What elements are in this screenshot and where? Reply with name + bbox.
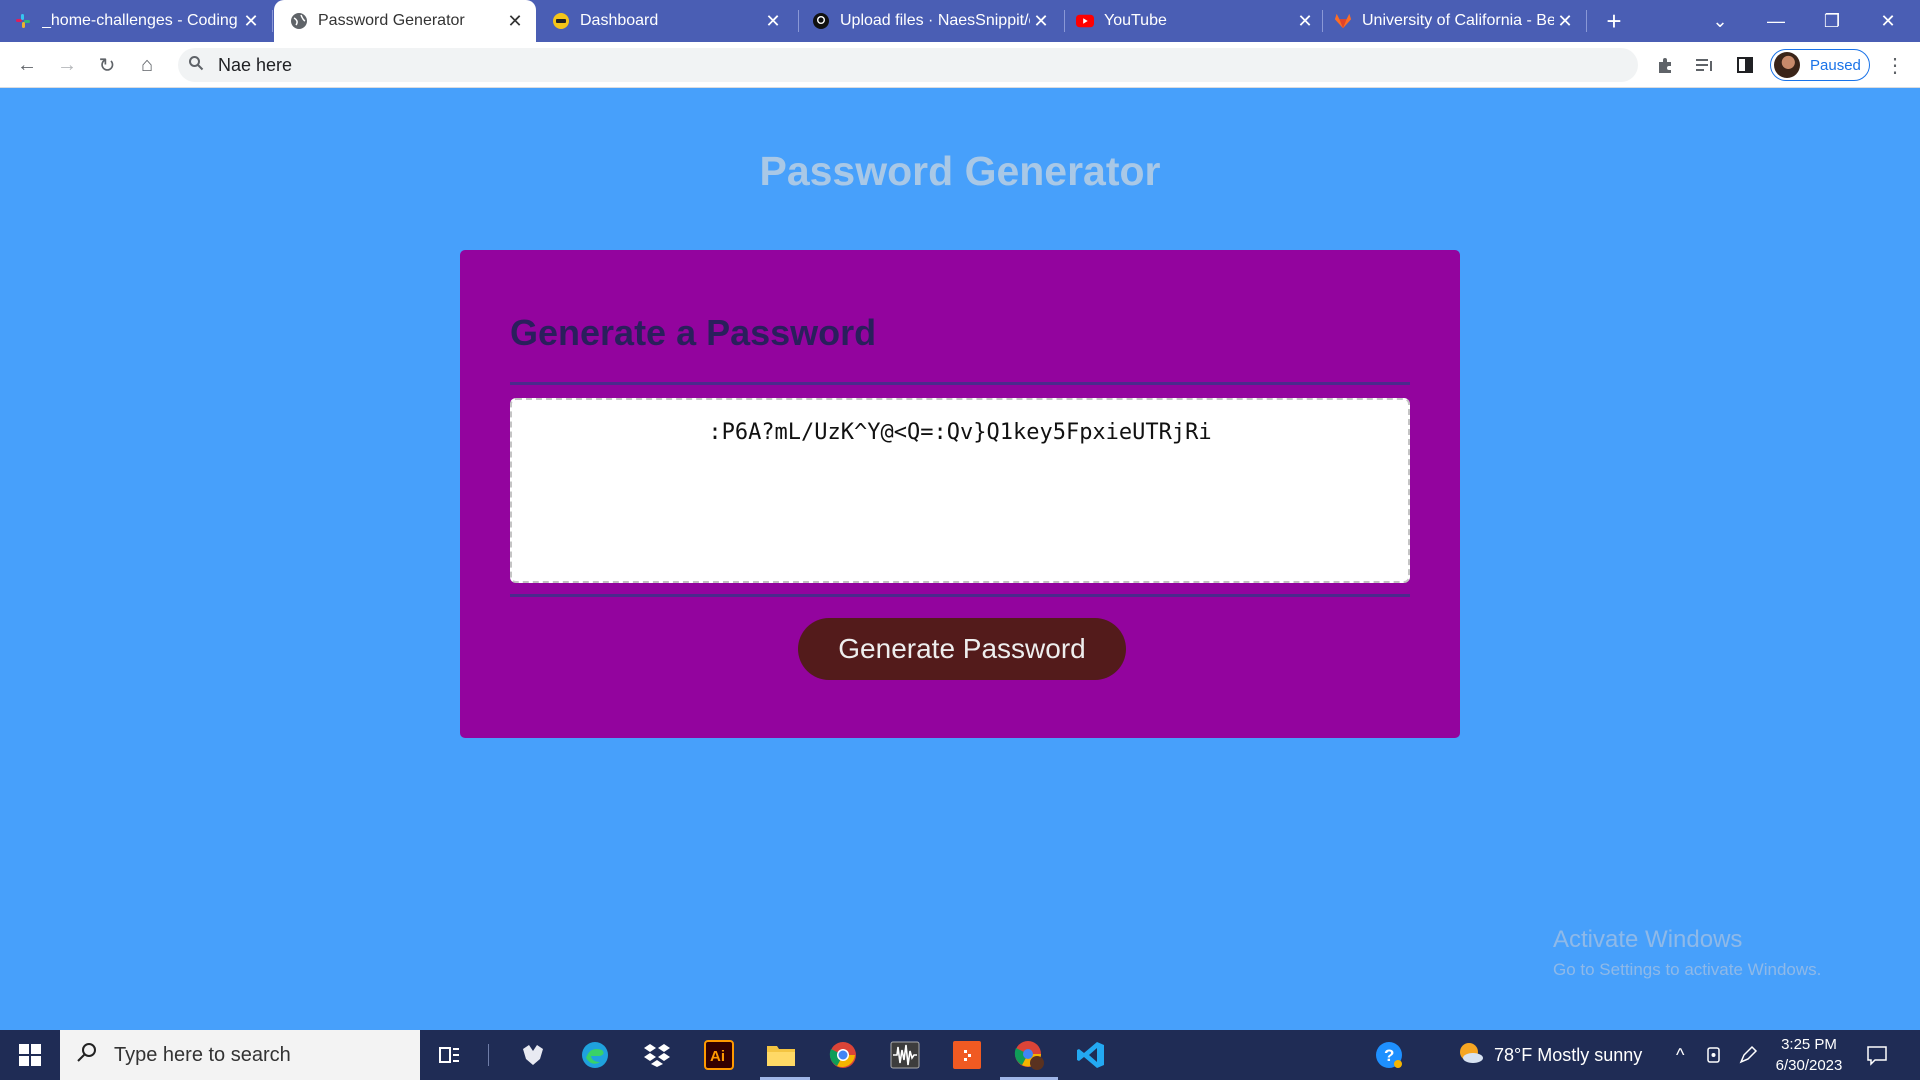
- chrome-profile-icon[interactable]: [1012, 1038, 1046, 1072]
- tab-divider: [1064, 10, 1065, 32]
- weather-widget[interactable]: 78°F Mostly sunny: [1456, 1030, 1642, 1080]
- tab-search-chevron-icon[interactable]: ⌄: [1692, 0, 1748, 42]
- extensions-puzzle-icon[interactable]: [1650, 50, 1680, 80]
- audio-editor-icon[interactable]: [888, 1038, 922, 1072]
- chrome-icon[interactable]: [826, 1038, 860, 1072]
- clock-time: 3:25 PM: [1781, 1036, 1837, 1053]
- windows-start-icon[interactable]: [0, 1030, 60, 1080]
- browser-toolbar: ← → ↻ ⌂ Nae here Paused ⋮: [0, 42, 1920, 88]
- media-queue-icon[interactable]: [1690, 50, 1720, 80]
- page-title: Password Generator: [759, 148, 1161, 194]
- taskbar-clock[interactable]: 3:25 PM 6/30/2023: [1764, 1034, 1854, 1076]
- vscode-icon[interactable]: [1074, 1038, 1108, 1072]
- weather-text: 78°F Mostly sunny: [1494, 1044, 1643, 1065]
- tab-title: University of California - Be: [1362, 12, 1554, 29]
- card-divider-bottom: [510, 594, 1410, 597]
- taskbar-search[interactable]: Type here to search: [60, 1030, 420, 1080]
- tab-title: Password Generator: [318, 12, 465, 29]
- edge-icon[interactable]: [578, 1038, 612, 1072]
- profile-status: Paused: [1810, 56, 1861, 74]
- youtube-icon: [1076, 12, 1094, 30]
- tab-title: _home-challenges - Coding: [42, 12, 238, 29]
- avatar: [1774, 52, 1800, 78]
- tab-title: Upload files · NaesSnippit/c: [840, 12, 1030, 29]
- generator-card: Generate a Password :P6A?mL/UzK^Y@<Q=:Qv…: [460, 250, 1460, 738]
- new-tab-button[interactable]: +: [1598, 6, 1630, 36]
- clock-date: 6/30/2023: [1775, 1057, 1843, 1074]
- globe-icon: [290, 12, 308, 30]
- profile-button[interactable]: Paused: [1770, 49, 1870, 81]
- tab-university-of-california[interactable]: University of California - Be ✕: [1324, 0, 1586, 42]
- illustrator-icon[interactable]: Ai: [702, 1038, 736, 1072]
- tab-title: Dashboard: [580, 12, 659, 29]
- pen-icon[interactable]: [1738, 1030, 1758, 1080]
- dropbox-icon[interactable]: [640, 1038, 674, 1072]
- back-arrow-icon[interactable]: ←: [12, 50, 42, 80]
- weather-sun-icon: [1456, 1041, 1484, 1070]
- tab-password-generator[interactable]: Password Generator ✕: [274, 0, 536, 42]
- show-hidden-icons-chevron-icon[interactable]: ^: [1676, 1030, 1684, 1080]
- close-icon[interactable]: ✕: [1294, 10, 1316, 32]
- close-icon[interactable]: ✕: [1030, 10, 1052, 32]
- tab-upload-files[interactable]: Upload files · NaesSnippit/c ✕: [802, 0, 1062, 42]
- taskbar-divider: [488, 1044, 489, 1066]
- side-panel-icon[interactable]: [1730, 50, 1760, 80]
- device-icon[interactable]: [1704, 1030, 1724, 1080]
- card-title: Generate a Password: [510, 312, 877, 353]
- dashboard-icon: [552, 12, 570, 30]
- kebab-menu-icon[interactable]: ⋮: [1880, 50, 1910, 80]
- password-output[interactable]: :P6A?mL/UzK^Y@<Q=:Qv}Q1key5FpxieUTRjRi: [510, 398, 1410, 583]
- address-bar-text: Nae here: [218, 54, 293, 75]
- windows-taskbar: Type here to search Ai ? 78°F Mostly sun…: [0, 1030, 1920, 1080]
- address-bar[interactable]: Nae here: [178, 48, 1638, 82]
- gitlab-icon: [1334, 12, 1352, 30]
- tab-divider: [798, 10, 799, 32]
- notifications-icon[interactable]: [1866, 1030, 1888, 1080]
- close-icon[interactable]: ✕: [504, 10, 526, 32]
- tab-divider: [1586, 10, 1587, 32]
- app-orange-icon[interactable]: [950, 1038, 984, 1072]
- search-icon: [188, 55, 210, 76]
- tab-divider: [272, 10, 273, 32]
- file-explorer-icon[interactable]: [764, 1038, 798, 1072]
- restore-button[interactable]: ❐: [1804, 0, 1860, 42]
- tab-home-challenges[interactable]: _home-challenges - Coding ✕: [14, 0, 272, 42]
- watermark-title: Activate Windows: [1553, 926, 1743, 953]
- card-divider-top: [510, 382, 1410, 385]
- activate-windows-watermark: Activate Windows Go to Settings to activ…: [1553, 926, 1821, 980]
- tab-title: YouTube: [1104, 12, 1167, 29]
- tab-dashboard[interactable]: Dashboard ✕: [540, 0, 794, 42]
- app-icon[interactable]: [516, 1038, 550, 1072]
- taskbar-search-placeholder: Type here to search: [114, 1043, 291, 1066]
- tab-youtube[interactable]: YouTube ✕: [1066, 0, 1326, 42]
- github-icon: [812, 12, 830, 30]
- watermark-subtitle: Go to Settings to activate Windows.: [1553, 960, 1822, 979]
- svg-text:?: ?: [1384, 1046, 1394, 1065]
- help-icon[interactable]: ?: [1374, 1030, 1404, 1080]
- search-icon: [76, 1041, 100, 1069]
- slack-icon: [14, 12, 32, 30]
- generate-password-button[interactable]: Generate Password: [798, 618, 1126, 680]
- minimize-button[interactable]: —: [1748, 0, 1804, 42]
- reload-icon[interactable]: ↻: [92, 50, 122, 80]
- close-icon[interactable]: ✕: [240, 10, 262, 32]
- home-icon[interactable]: ⌂: [132, 50, 162, 80]
- task-view-icon[interactable]: [433, 1038, 467, 1072]
- svg-text:Ai: Ai: [710, 1048, 725, 1065]
- browser-tab-strip: _home-challenges - Coding ✕ Password Gen…: [0, 0, 1920, 42]
- password-text: :P6A?mL/UzK^Y@<Q=:Qv}Q1key5FpxieUTRjRi: [708, 420, 1212, 445]
- close-window-button[interactable]: ✕: [1860, 0, 1916, 42]
- tab-divider: [1322, 10, 1323, 32]
- close-icon[interactable]: ✕: [1554, 10, 1576, 32]
- close-icon[interactable]: ✕: [762, 10, 784, 32]
- forward-arrow-icon[interactable]: →: [52, 50, 82, 80]
